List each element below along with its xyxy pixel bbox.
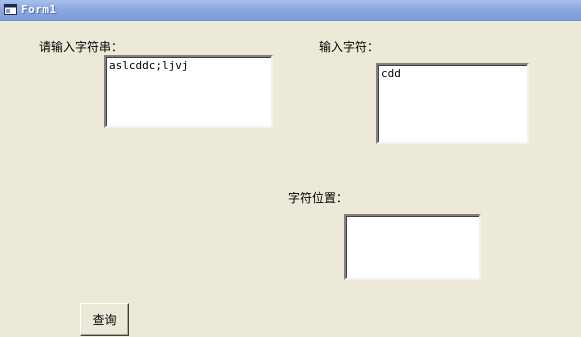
window-title: Form1 — [21, 3, 57, 16]
char-input-field[interactable]: cdd — [376, 63, 529, 144]
char-input-label: 输入字符： — [319, 40, 380, 54]
string-input-label: 请输入字符串： — [39, 40, 124, 54]
char-position-field[interactable] — [344, 214, 481, 280]
char-position-label: 字符位置： — [288, 191, 349, 205]
string-input-field[interactable]: aslcddc;ljvj — [104, 55, 273, 128]
form-window-icon — [4, 4, 17, 15]
title-bar[interactable]: Form1 — [0, 0, 581, 21]
query-button[interactable]: 查询 — [80, 303, 129, 336]
